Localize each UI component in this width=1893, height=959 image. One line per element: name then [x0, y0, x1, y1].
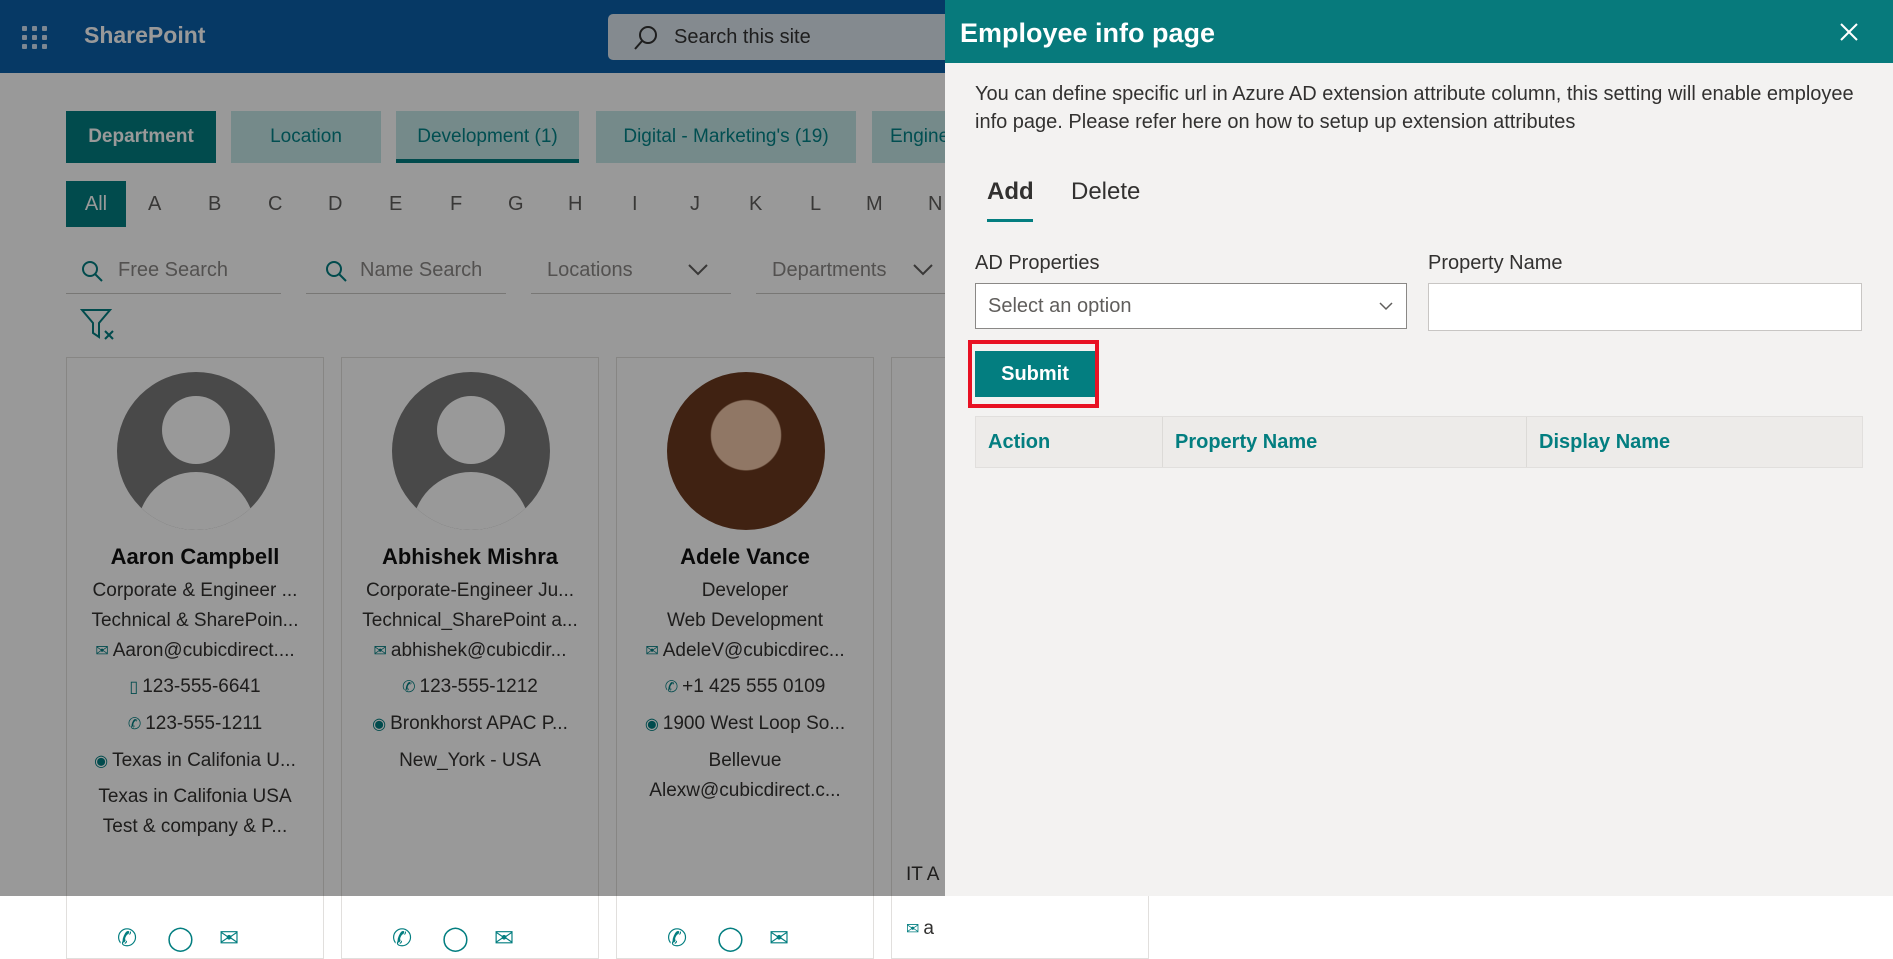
ad-properties-placeholder: Select an option: [988, 295, 1132, 317]
chat-icon[interactable]: ◯: [442, 924, 469, 953]
mail-icon[interactable]: ✉: [219, 924, 239, 953]
call-icon[interactable]: ✆: [667, 924, 687, 953]
mail-icon[interactable]: ✉: [494, 924, 514, 953]
tab-delete[interactable]: Delete: [1071, 178, 1140, 206]
mail-icon[interactable]: ✉: [769, 924, 789, 953]
property-name-input[interactable]: [1428, 283, 1862, 331]
panel-title: Employee info page: [960, 18, 1216, 48]
chevron-down-icon: [1379, 302, 1393, 311]
ad-properties-dropdown[interactable]: Select an option: [975, 283, 1407, 329]
chat-icon[interactable]: ◯: [717, 924, 744, 953]
tab-add[interactable]: Add: [987, 178, 1034, 206]
property-name-label: Property Name: [1428, 252, 1563, 274]
close-icon[interactable]: [1835, 18, 1863, 46]
call-icon[interactable]: ✆: [117, 924, 137, 953]
modal-overlay[interactable]: [0, 0, 945, 896]
call-icon[interactable]: ✆: [392, 924, 412, 953]
column-header-action[interactable]: Action: [976, 417, 1162, 467]
ad-properties-label: AD Properties: [975, 252, 1100, 274]
email[interactable]: a: [923, 918, 934, 939]
employee-info-panel: Employee info page You can define specif…: [945, 0, 1893, 896]
column-header-display-name[interactable]: Display Name: [1526, 417, 1862, 467]
panel-description: You can define specific url in Azure AD …: [975, 83, 1854, 133]
mail-icon: ✉: [906, 921, 920, 938]
column-header-property-name[interactable]: Property Name: [1162, 417, 1526, 467]
submit-button[interactable]: Submit: [975, 351, 1095, 397]
panel-header: Employee info page: [945, 0, 1893, 63]
chat-icon[interactable]: ◯: [167, 924, 194, 953]
active-tab-indicator: [987, 219, 1033, 222]
properties-table-header: Action Property Name Display Name: [975, 416, 1863, 468]
